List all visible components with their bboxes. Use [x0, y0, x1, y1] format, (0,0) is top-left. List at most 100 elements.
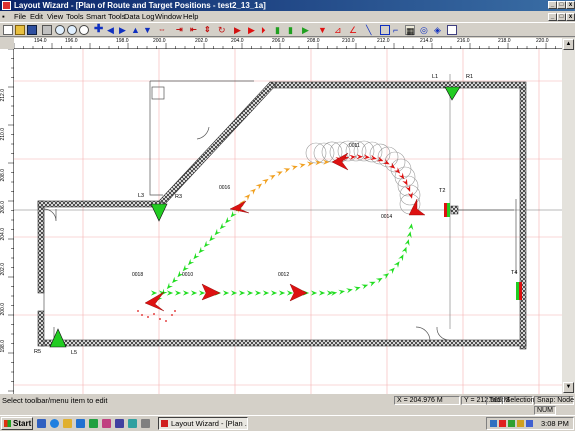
- route-arrow: [398, 254, 404, 262]
- app-icon-4[interactable]: [141, 419, 150, 428]
- route-arrow: [402, 178, 408, 186]
- ruler-x-label: 200.0: [153, 38, 166, 44]
- scroll-up-icon[interactable]: ▲: [563, 39, 574, 50]
- grid-icon[interactable]: ▦: [405, 25, 415, 36]
- target-node-icon[interactable]: ∠: [349, 25, 359, 35]
- taskbar-item-layout-wizard[interactable]: Layout Wizard - [Plan ...: [158, 417, 248, 430]
- record-icon[interactable]: ▮: [275, 25, 285, 35]
- arrow-up-icon[interactable]: ▲: [131, 25, 141, 35]
- menu-file[interactable]: File: [14, 11, 26, 22]
- step-icon[interactable]: ⏵: [261, 25, 271, 35]
- stop-icon[interactable]: ▮: [288, 25, 298, 35]
- ruler-y-label: 198.0: [0, 340, 6, 353]
- zoom-box-icon[interactable]: [79, 25, 89, 35]
- layout-canvas[interactable]: L1 R1 L3 R3 R5 L5 T2 T4 0011 0016 0014 0…: [14, 49, 562, 394]
- app-icon-2[interactable]: [115, 419, 124, 428]
- target-icon[interactable]: ▼: [318, 25, 328, 35]
- route-arrow: [246, 290, 254, 296]
- label-l3: L3: [138, 193, 145, 199]
- folder-icon[interactable]: [63, 419, 72, 428]
- plan-drawing[interactable]: [14, 49, 562, 394]
- arrow-right-icon[interactable]: ▶: [119, 25, 129, 35]
- pose-0018[interactable]: [144, 291, 165, 312]
- node-icon[interactable]: ◈: [434, 25, 444, 35]
- vertical-scrollbar[interactable]: ▲ ▼: [562, 38, 575, 394]
- ruler-x-label: 202.0: [195, 38, 208, 44]
- fit-icon[interactable]: ⇔: [158, 25, 168, 35]
- ie-icon[interactable]: [50, 419, 59, 428]
- route-arrow: [182, 290, 190, 296]
- route-arrow: [338, 289, 345, 295]
- shrink-icon[interactable]: ⇥: [176, 25, 186, 35]
- pan-icon[interactable]: ⇕: [204, 25, 214, 35]
- scroll-down-icon[interactable]: ▼: [563, 382, 574, 393]
- pose-0011[interactable]: [331, 152, 349, 171]
- route-arrow: [393, 261, 400, 268]
- route-arrow: [198, 290, 206, 296]
- route-arrow: [193, 252, 200, 260]
- rect-icon[interactable]: [380, 25, 390, 35]
- route-arrow: [408, 223, 414, 231]
- excel-icon[interactable]: [89, 419, 98, 428]
- tray-icon-volume[interactable]: [517, 420, 524, 427]
- close-button[interactable]: x: [566, 1, 575, 9]
- route-arrow: [286, 290, 294, 296]
- arrow-down-icon[interactable]: ▼: [143, 25, 153, 35]
- step-back-icon[interactable]: ▶: [234, 25, 244, 35]
- tray-icon-blue[interactable]: [526, 420, 533, 427]
- pose-0014[interactable]: [408, 198, 426, 216]
- flip-icon[interactable]: ⇤: [190, 25, 200, 35]
- target-marker-t2-green[interactable]: [447, 203, 450, 217]
- target-marker-t4-green[interactable]: [516, 282, 519, 300]
- save-icon[interactable]: [27, 25, 37, 35]
- arrow-left-icon[interactable]: ◀: [107, 25, 117, 35]
- new-icon[interactable]: [3, 25, 13, 35]
- target-marker-t4-red[interactable]: [519, 282, 522, 300]
- tray-icon-green[interactable]: [508, 420, 515, 427]
- menu-smart-tools[interactable]: Smart Tools: [86, 11, 125, 22]
- menu-window[interactable]: Window: [155, 11, 182, 22]
- app-icon-1[interactable]: [102, 419, 111, 428]
- menu-data-log[interactable]: Data Log: [124, 11, 154, 22]
- pose-0012[interactable]: [289, 283, 308, 302]
- circle-icon[interactable]: ⌐: [393, 25, 403, 35]
- minimize-button[interactable]: _: [548, 1, 557, 9]
- child-minimize-button[interactable]: _: [548, 13, 557, 21]
- line-icon[interactable]: ╲: [366, 25, 376, 35]
- child-close-button[interactable]: x: [566, 13, 575, 21]
- print-icon[interactable]: [42, 25, 52, 35]
- app-icon-3[interactable]: [128, 419, 137, 428]
- tray-icon-network[interactable]: [490, 420, 497, 427]
- maximize-button[interactable]: □: [557, 1, 566, 9]
- menu-help[interactable]: Help: [183, 11, 198, 22]
- info-icon[interactable]: [447, 25, 457, 35]
- target-marker-l3[interactable]: [150, 203, 168, 222]
- select-icon[interactable]: ◎: [420, 25, 430, 35]
- child-restore-button[interactable]: □: [557, 13, 566, 21]
- play-icon[interactable]: ▶: [248, 25, 258, 35]
- label-node-0011: 0011: [349, 143, 360, 149]
- start-button[interactable]: Start: [1, 417, 33, 430]
- menu-view[interactable]: View: [47, 11, 63, 22]
- route-icon[interactable]: ▶: [302, 25, 312, 35]
- target-add-icon[interactable]: ⊿: [334, 25, 344, 35]
- app-icon[interactable]: [2, 1, 11, 10]
- pose-0010[interactable]: [201, 283, 221, 301]
- menu-tools[interactable]: Tools: [66, 11, 84, 22]
- target-marker-t2-red[interactable]: [444, 203, 447, 217]
- zoom-in-icon[interactable]: [55, 25, 65, 35]
- doc-menu-icon[interactable]: ▪: [2, 11, 5, 22]
- start-label: Start: [13, 419, 32, 428]
- target-marker-l5[interactable]: [49, 328, 67, 348]
- move-icon[interactable]: ✚: [94, 24, 104, 35]
- open-icon[interactable]: [15, 25, 25, 35]
- zoom-out-icon[interactable]: [67, 25, 77, 35]
- word-icon[interactable]: [76, 419, 85, 428]
- rotate-icon[interactable]: ↻: [218, 25, 228, 35]
- desktop-icon[interactable]: [37, 419, 46, 428]
- route-arrow: [346, 288, 353, 294]
- route-arrow: [255, 183, 263, 190]
- target-marker-l1[interactable]: [444, 86, 461, 101]
- tray-icon-red[interactable]: [499, 420, 506, 427]
- menu-edit[interactable]: Edit: [30, 11, 43, 22]
